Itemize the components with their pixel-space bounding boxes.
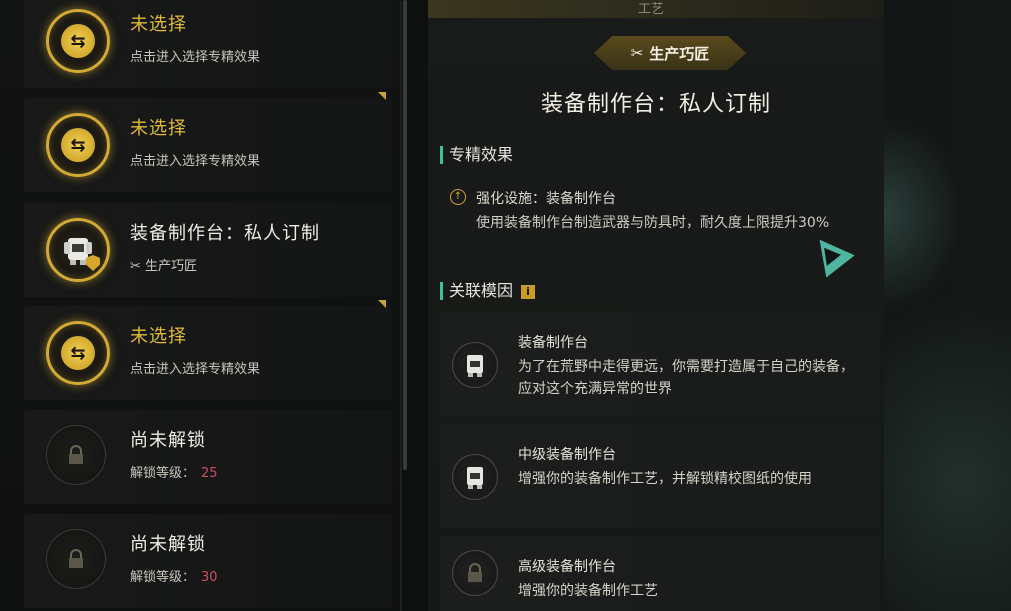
- category-tag: ✂︎ 生产巧匠: [594, 36, 746, 70]
- module-name: 高级装备制作台: [518, 559, 616, 575]
- module-desc: 增强你的装备制作工艺，并解锁精校图纸的使用: [518, 471, 812, 487]
- specialty-slot-1[interactable]: ⇆ 未选择 点击进入选择专精效果: [24, 0, 392, 88]
- tools-icon: ✂︎: [130, 259, 141, 274]
- module-card-3[interactable]: 高级装备制作台 增强你的装备制作工艺: [440, 536, 880, 611]
- module-desc: 增强你的装备制作工艺: [518, 583, 658, 599]
- effect-name: 强化设施：装备制作台: [476, 191, 616, 207]
- lock-icon: [452, 550, 498, 596]
- specialty-header: 专精效果: [440, 146, 513, 164]
- slot-title: 未选择: [130, 118, 187, 139]
- upgrade-icon: ↑: [450, 189, 466, 205]
- slot-title: 装备制作台：私人订制: [130, 223, 320, 244]
- module-card-2[interactable]: 中级装备制作台 增强你的装备制作工艺，并解锁精校图纸的使用: [440, 424, 880, 528]
- swap-icon: ⇆: [46, 321, 110, 385]
- slot-tag: ✂︎ 生产巧匠: [130, 259, 198, 274]
- slot-subtitle: 点击进入选择专精效果: [130, 154, 261, 169]
- module-name: 中级装备制作台: [518, 447, 616, 463]
- new-marker: [378, 300, 386, 308]
- workbench-icon: [452, 454, 498, 500]
- tools-icon: ✂︎: [630, 44, 644, 62]
- module-name: 装备制作台: [518, 335, 588, 351]
- slot-subtitle: 点击进入选择专精效果: [130, 362, 261, 377]
- divider: [400, 0, 402, 611]
- slot-title: 未选择: [130, 14, 187, 35]
- effect-description: 使用装备制作台制造武器与防具时，耐久度上限提升30%: [476, 215, 830, 231]
- slot-subtitle: 点击进入选择专精效果: [130, 50, 261, 65]
- swap-icon: ⇆: [46, 9, 110, 73]
- workbench-icon: [46, 218, 110, 282]
- swap-icon: ⇆: [46, 113, 110, 177]
- slot-title: 未选择: [130, 326, 187, 347]
- detail-title: 装备制作台：私人订制: [540, 92, 771, 117]
- unlock-level: 解锁等级： 25: [130, 466, 218, 481]
- specialty-slot-2[interactable]: ⇆ 未选择 点击进入选择专精效果: [24, 92, 392, 192]
- category-label: 工艺: [638, 2, 665, 17]
- workbench-icon: [452, 342, 498, 388]
- specialty-slot-6[interactable]: 尚未解锁 解锁等级： 30: [24, 514, 392, 608]
- specialty-slot-5[interactable]: 尚未解锁 解锁等级： 25: [24, 410, 392, 504]
- related-header: 关联模因 i: [440, 282, 536, 300]
- scrollbar[interactable]: [403, 0, 407, 470]
- slot-title: 尚未解锁: [130, 534, 206, 555]
- new-marker: [378, 92, 386, 100]
- slot-title: 尚未解锁: [130, 430, 206, 451]
- specialty-list: ⇆ 未选择 点击进入选择专精效果 ⇆ 未选择 点击进入选择专精效果 装备制作台：…: [0, 0, 400, 611]
- lock-icon: [46, 529, 106, 589]
- unlock-level: 解锁等级： 30: [130, 570, 218, 585]
- specialty-slot-4[interactable]: ⇆ 未选择 点击进入选择专精效果: [24, 300, 392, 400]
- specialty-slot-3[interactable]: 装备制作台：私人订制 ✂︎ 生产巧匠: [24, 203, 392, 297]
- info-icon[interactable]: i: [521, 285, 536, 299]
- module-desc: 为了在荒野中走得更远，你需要打造属于自己的装备，应对这个充满异常的世界: [518, 359, 854, 397]
- module-card-1[interactable]: 装备制作台 为了在荒野中走得更远，你需要打造属于自己的装备，应对这个充满异常的世…: [440, 312, 880, 416]
- lock-icon: [46, 425, 106, 485]
